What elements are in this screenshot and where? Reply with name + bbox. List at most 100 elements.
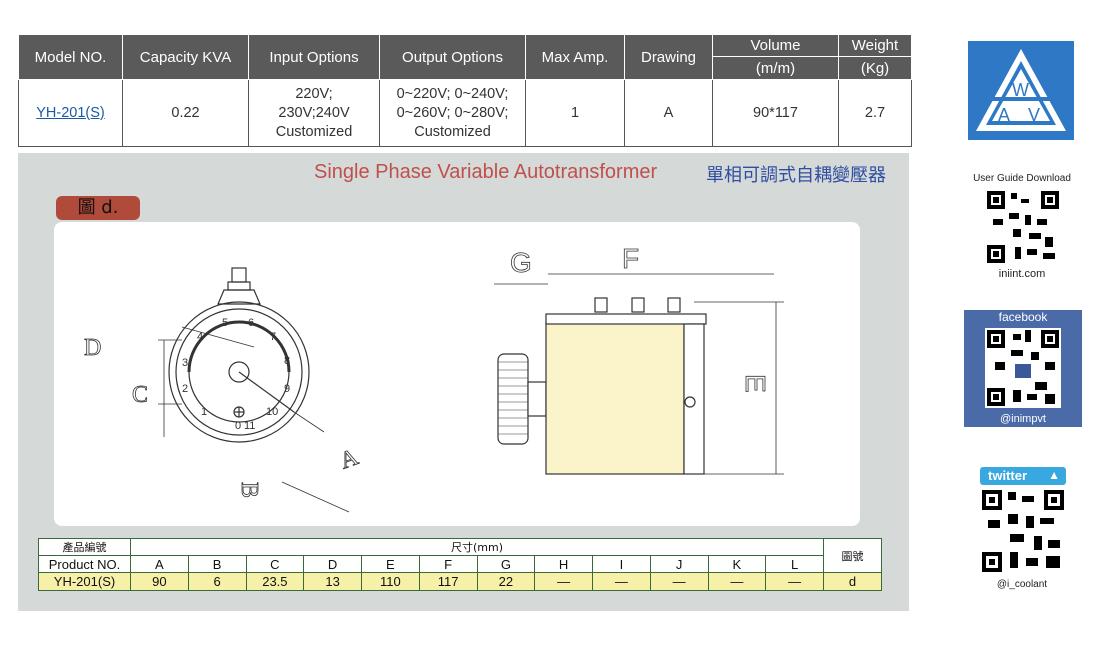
dim-value: — (592, 572, 651, 591)
dial-number: 11 (244, 420, 255, 432)
figure-badge: 圖 d. (56, 196, 140, 220)
dim-value: — (534, 572, 593, 591)
side-knob-icon (497, 353, 529, 445)
spec-table: Model NO. Capacity KVA Input Options Out… (18, 34, 912, 147)
product-cn-header: 產品編號 (38, 538, 131, 556)
header-input: Input Options (248, 34, 380, 80)
dial-number: 4 (197, 331, 203, 343)
product-en-header: Product NO. (38, 555, 131, 573)
header-output: Output Options (379, 34, 526, 80)
guide-site[interactable]: iniint.com (962, 268, 1082, 280)
dial-number: 10 (266, 406, 278, 418)
dim-label-b: B (236, 482, 262, 498)
header-model: Model NO. (18, 34, 123, 80)
twitter-badge[interactable]: twitter ▲ (980, 467, 1066, 485)
brand-logo[interactable]: W A V (968, 41, 1074, 140)
dim-value: 117 (418, 572, 478, 591)
size-header: 尺寸(mm) (130, 538, 824, 556)
dim-value: 6 (187, 572, 247, 591)
facebook-handle: @inimpvt (999, 413, 1046, 425)
dial-arc-icon (187, 320, 291, 373)
terminal-icon (594, 297, 608, 313)
dim-value: — (765, 572, 824, 591)
dim-value: — (707, 572, 767, 591)
twitter-label: twitter (988, 468, 1027, 483)
terminal-icon (667, 297, 681, 313)
technical-drawing: 0 1 2 3 4 5 6 7 8 9 10 11 D C B A G F E (54, 222, 860, 526)
terminal-icon (631, 297, 645, 313)
letter-header: H (534, 555, 593, 573)
drawing-panel: Single Phase Variable Autotransformer 單相… (18, 153, 909, 611)
letter-header: I (592, 555, 651, 573)
dial-number: 1 (201, 406, 207, 418)
letter-header: C (245, 555, 305, 573)
output-line: Customized (414, 123, 491, 140)
guide-label: User Guide Download (973, 173, 1071, 184)
input-line: 230V;240V (278, 104, 350, 121)
letter-header: B (187, 555, 247, 573)
logo-letter: A (998, 105, 1010, 125)
twitter-handle: @i_coolant (996, 579, 1048, 590)
dial-number: 5 (222, 317, 228, 329)
cell-volume: 90*117 (712, 79, 839, 147)
dial-number: 9 (284, 383, 290, 395)
cell-output: 0~220V; 0~240V; 0~260V; 0~280V; Customiz… (379, 79, 526, 147)
cell-drawing: A (624, 79, 713, 147)
letter-header: K (707, 555, 767, 573)
header-capacity: Capacity KVA (122, 34, 249, 80)
top-plate (545, 313, 707, 325)
dim-line-d (181, 326, 255, 348)
dims-model-cell: YH-201(S) (38, 572, 131, 591)
header-weight: Weight (838, 34, 912, 57)
top-terminal-base-icon (227, 281, 251, 291)
dial-number: 2 (182, 383, 188, 395)
guide-qr-icon[interactable] (985, 189, 1061, 265)
twitter-qr-icon[interactable] (980, 488, 1066, 574)
dim-value: 13 (303, 572, 362, 591)
letter-header: J (649, 555, 709, 573)
front-dim-letters: D C B A (84, 335, 363, 499)
coil-body (545, 321, 685, 475)
dim-value: 110 (361, 572, 420, 591)
shaft-icon (527, 381, 547, 417)
table-row: YH-201(S) 0.22 220V; 230V;240V Customize… (18, 79, 912, 147)
logo-triangle-icon: W A V (976, 49, 1066, 131)
output-line: 0~260V; 0~280V; (396, 104, 509, 121)
output-line: 0~220V; 0~240V; (396, 85, 509, 102)
dimensions-table: 產品編號 尺寸(mm) 圖號 Product NO. A B C D E F G… (38, 538, 882, 591)
header-volume-unit: (m/m) (712, 56, 839, 80)
dim-label-g: G (510, 247, 532, 278)
dial-number: 6 (248, 317, 254, 329)
cell-model: YH-201(S) (18, 79, 123, 147)
input-line: 220V; (295, 85, 333, 102)
logo-letter: V (1028, 105, 1040, 125)
figure-header: 圖號 (823, 538, 882, 573)
drawing-svg: 0 1 2 3 4 5 6 7 8 9 10 11 D C B A G F E (84, 243, 784, 513)
cell-max-amp: 1 (525, 79, 625, 147)
dim-label-e: E (740, 374, 771, 393)
dim-value: 90 (130, 572, 189, 591)
model-link[interactable]: YH-201(S) (36, 105, 105, 121)
dim-value: — (649, 572, 709, 591)
dim-line-a (281, 481, 350, 513)
dial-number: 8 (284, 355, 290, 367)
bird-icon: ▲ (1048, 468, 1060, 482)
dial-number: 7 (270, 331, 276, 343)
header-max-amp: Max Amp. (525, 34, 625, 80)
panel-title-cn: 單相可調式自耦變壓器 (706, 165, 886, 186)
header-weight-unit: (Kg) (838, 56, 912, 80)
letter-header: D (303, 555, 362, 573)
facebook-label: facebook (998, 310, 1048, 324)
top-terminal-icon (231, 267, 247, 283)
facebook-qr-icon (985, 328, 1061, 408)
dim-label-f: F (622, 243, 639, 274)
dim-value: 22 (476, 572, 536, 591)
panel-title-en: Single Phase Variable Autotransformer (314, 161, 658, 183)
letter-header: L (765, 555, 824, 573)
table-row: YH-201(S) 90 6 23.5 13 110 117 22 — — — … (38, 572, 882, 591)
facebook-card[interactable]: facebook @inimpvt (964, 310, 1082, 427)
dim-label-a: A (336, 444, 362, 475)
header-volume: Volume (712, 34, 839, 57)
cell-input: 220V; 230V;240V Customized (248, 79, 380, 147)
logo-letter: W (1012, 80, 1029, 100)
